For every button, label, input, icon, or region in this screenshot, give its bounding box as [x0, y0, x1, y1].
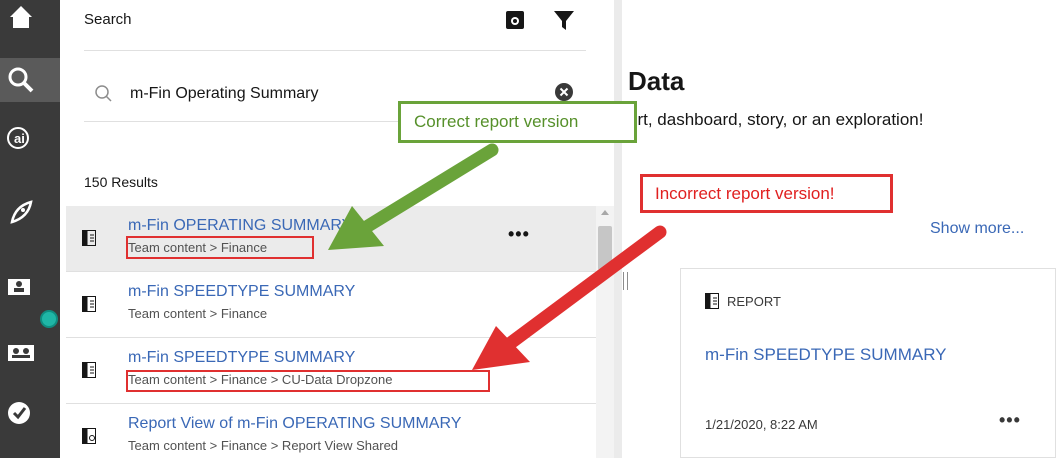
search-result-row[interactable]: Report View of m-Fin OPERATING SUMMARY T…	[66, 404, 596, 458]
filter-button[interactable]	[552, 8, 576, 37]
panel-resize-handle[interactable]	[623, 272, 628, 290]
result-path: Team content > Finance > Report View Sha…	[128, 438, 399, 453]
highlight-correct-path	[126, 236, 314, 259]
team-content-icon	[8, 345, 34, 361]
filter-box-icon	[506, 11, 524, 29]
funnel-icon	[554, 11, 574, 30]
incorrect-version-callout: Incorrect report version!	[640, 174, 893, 213]
assistant-button[interactable]: ai	[0, 118, 60, 158]
result-title[interactable]: m-Fin SPEEDTYPE SUMMARY	[128, 283, 355, 301]
report-icon	[82, 230, 96, 246]
clear-icon	[555, 83, 573, 101]
result-title[interactable]: m-Fin OPERATING SUMMARY	[128, 217, 352, 235]
home-button[interactable]	[0, 0, 60, 36]
results-count: 150 Results	[84, 174, 158, 190]
ai-icon: ai	[7, 127, 29, 149]
page-heading: Data	[628, 66, 685, 96]
card-title[interactable]: m-Fin SPEEDTYPE SUMMARY	[705, 345, 947, 365]
report-icon	[82, 362, 96, 378]
correct-version-callout: Correct report version	[398, 101, 637, 143]
panel-title: Search	[84, 11, 132, 28]
report-view-icon	[82, 428, 96, 444]
home-icon	[10, 6, 32, 28]
result-title[interactable]: m-Fin SPEEDTYPE SUMMARY	[128, 349, 355, 367]
card-more-options-button[interactable]: •••	[999, 410, 1021, 431]
show-more-link[interactable]: Show more...	[930, 220, 1024, 238]
report-icon	[705, 293, 719, 309]
recent-content-card[interactable]: REPORT m-Fin SPEEDTYPE SUMMARY 1/21/2020…	[680, 268, 1056, 458]
rocket-icon	[10, 200, 33, 224]
scrollbar-thumb[interactable]	[598, 226, 612, 270]
highlight-incorrect-path	[126, 370, 490, 392]
scroll-up-icon[interactable]	[600, 208, 610, 216]
notifications-button[interactable]	[0, 393, 60, 433]
my-content-icon	[8, 279, 30, 295]
more-options-button[interactable]: •••	[508, 224, 530, 245]
card-type: REPORT	[727, 294, 781, 309]
left-nav-rail: ai	[0, 0, 60, 458]
result-path: Team content > Finance	[128, 306, 268, 321]
search-button[interactable]	[0, 58, 60, 102]
result-title[interactable]: Report View of m-Fin OPERATING SUMMARY	[128, 415, 461, 433]
content-filter-button[interactable]	[504, 9, 526, 36]
my-content-button[interactable]	[0, 266, 60, 306]
new-button[interactable]	[0, 193, 60, 233]
status-dot	[40, 310, 58, 328]
panel-divider	[84, 50, 586, 51]
search-icon	[95, 85, 112, 102]
card-date: 1/21/2020, 8:22 AM	[705, 417, 818, 432]
checkmark-icon	[8, 402, 30, 424]
team-content-button[interactable]	[0, 332, 60, 372]
page-subtitle: ort, dashboard, story, or an exploration…	[628, 110, 924, 129]
search-result-row[interactable]: m-Fin SPEEDTYPE SUMMARY Team content > F…	[66, 272, 596, 338]
svg-text:ai: ai	[14, 131, 25, 146]
report-icon	[82, 296, 96, 312]
search-icon	[8, 67, 34, 93]
panel-edge	[614, 0, 622, 458]
